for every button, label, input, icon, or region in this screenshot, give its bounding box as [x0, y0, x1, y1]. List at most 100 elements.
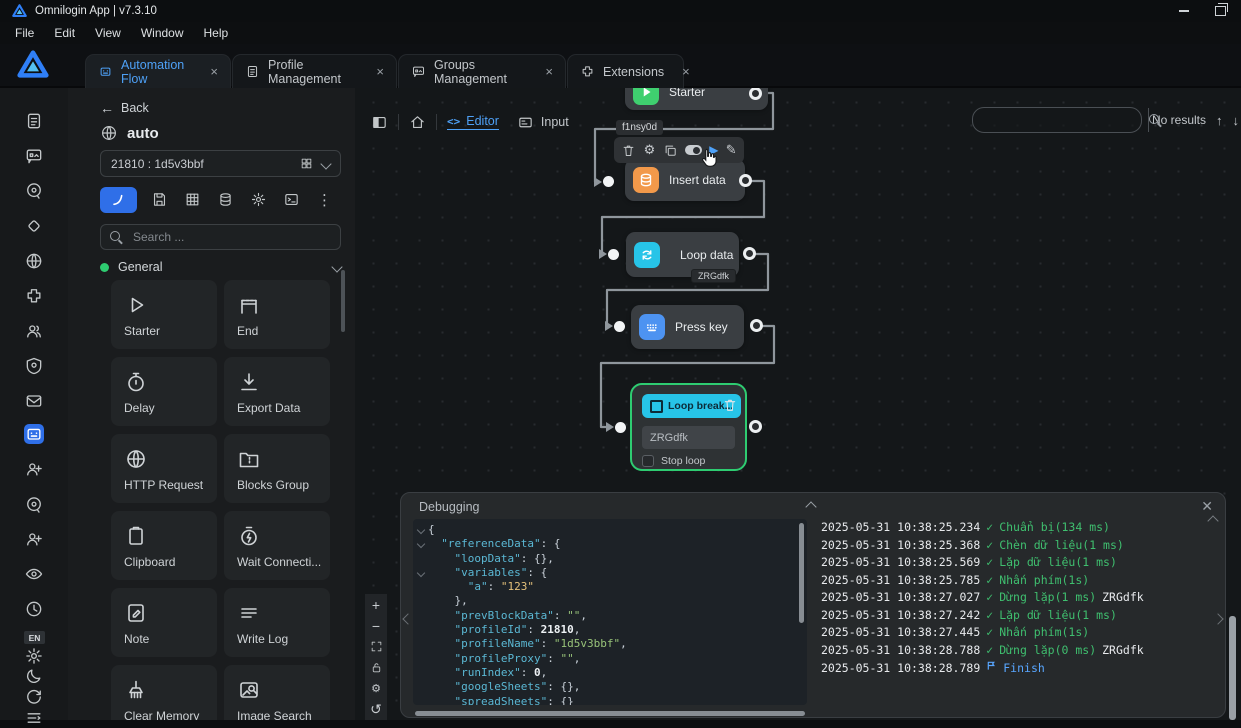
- menu-file[interactable]: File: [6, 24, 43, 42]
- block-note[interactable]: Note: [111, 588, 217, 657]
- resources-icon[interactable]: [209, 191, 242, 208]
- tab-extensions[interactable]: Extensions×: [567, 54, 684, 88]
- menu-window[interactable]: Window: [132, 24, 193, 42]
- save-flow-icon[interactable]: [143, 191, 176, 208]
- node-insert-data[interactable]: Insert data: [625, 159, 745, 201]
- panel-scrollbar[interactable]: [341, 270, 345, 332]
- home-icon[interactable]: [409, 114, 426, 131]
- collapse-panel-icon[interactable]: [805, 501, 816, 512]
- sidebar-theme-icon[interactable]: [24, 666, 44, 686]
- duplicate-node-icon[interactable]: [663, 143, 678, 158]
- auto-layout-icon[interactable]: ⚙: [365, 678, 387, 699]
- sidebar-team-icon[interactable]: [24, 321, 44, 341]
- block-image-search[interactable]: Image Search: [224, 665, 330, 720]
- block-end[interactable]: End: [224, 280, 330, 349]
- sidebar-profile-sync-icon[interactable]: [24, 495, 44, 515]
- port-break-out[interactable]: [749, 420, 762, 433]
- tab-automation-flow[interactable]: Automation Flow×: [85, 54, 231, 88]
- tab-close-icon[interactable]: ×: [376, 65, 384, 78]
- port-press-out[interactable]: [750, 319, 763, 332]
- node-loop-data[interactable]: Loop data ZRGdfk: [626, 232, 739, 277]
- tab-close-icon[interactable]: ×: [545, 65, 553, 78]
- sidebar-invite-icon[interactable]: [24, 459, 44, 479]
- tab-groups-management[interactable]: Groups Management×: [398, 54, 566, 88]
- delete-node-icon[interactable]: [722, 397, 738, 413]
- flow-canvas[interactable]: <> Editor Input No results ↑ ↓: [355, 88, 1241, 720]
- block-wait-connecti[interactable]: Wait Connecti...: [224, 511, 330, 580]
- delete-node-icon[interactable]: [621, 143, 636, 158]
- block-clear-memory[interactable]: Clear Memory: [111, 665, 217, 720]
- debug-log[interactable]: 2025-05-31 10:38:25.234✓Chuẩn bị(134 ms)…: [821, 519, 1217, 711]
- block-blocks-group[interactable]: Blocks Group: [224, 434, 330, 503]
- fit-view-icon[interactable]: [365, 636, 387, 657]
- menu-help[interactable]: Help: [195, 24, 238, 42]
- sidebar-monitoring-icon[interactable]: [24, 564, 44, 584]
- toggle-panel-icon[interactable]: [371, 114, 388, 131]
- zoom-in-icon[interactable]: +: [365, 594, 387, 615]
- sidebar-network-icon[interactable]: [24, 251, 44, 271]
- rename-node-icon[interactable]: ✎: [726, 142, 737, 158]
- port-insert-out[interactable]: [739, 174, 752, 187]
- block-delay[interactable]: Delay: [111, 357, 217, 426]
- port-loop-in[interactable]: [608, 249, 619, 260]
- find-next-icon[interactable]: ↓: [1233, 113, 1240, 128]
- sidebar-sync-icon[interactable]: [24, 181, 44, 201]
- node-press-key[interactable]: Press key: [631, 305, 744, 349]
- sidebar-affiliate-icon[interactable]: [24, 529, 44, 549]
- node-loop-break[interactable]: Loop break... ZRGdfk Stop loop: [630, 383, 747, 471]
- menu-edit[interactable]: Edit: [45, 24, 84, 42]
- port-break-in[interactable]: [615, 422, 626, 433]
- profile-select[interactable]: 21810 : 1d5v3bbf: [100, 150, 341, 177]
- zoom-out-icon[interactable]: −: [365, 615, 387, 636]
- json-horizontal-scrollbar[interactable]: [415, 711, 805, 716]
- back-button[interactable]: ← Back: [100, 100, 149, 116]
- panel-left-handle-icon[interactable]: [402, 613, 413, 624]
- flow-settings-icon[interactable]: [242, 191, 275, 208]
- more-options-icon[interactable]: ⋮: [308, 191, 341, 209]
- sidebar-extensions-icon[interactable]: [24, 286, 44, 306]
- sidebar-mail-icon[interactable]: [24, 391, 44, 411]
- port-press-in[interactable]: [614, 321, 625, 332]
- tab-close-icon[interactable]: ×: [210, 65, 218, 78]
- terminal-icon[interactable]: [275, 191, 308, 208]
- sidebar-tags-icon[interactable]: [24, 216, 44, 236]
- sidebar-groups-icon[interactable]: [24, 146, 44, 166]
- block-write-log[interactable]: Write Log: [224, 588, 330, 657]
- sidebar-profiles-icon[interactable]: [24, 111, 44, 131]
- json-vertical-scrollbar[interactable]: [799, 523, 804, 623]
- language-badge[interactable]: EN: [24, 631, 45, 644]
- tab-profile-management[interactable]: Profile Management×: [232, 54, 397, 88]
- find-search-button[interactable]: [1148, 108, 1162, 132]
- close-icon[interactable]: ✕: [1201, 498, 1213, 515]
- restore-button[interactable]: [1203, 0, 1237, 22]
- fold-icon[interactable]: [413, 537, 428, 551]
- port-insert-in[interactable]: [603, 176, 614, 187]
- sidebar-automation-icon[interactable]: [24, 424, 44, 444]
- stop-loop-checkbox[interactable]: [642, 455, 654, 467]
- find-prev-icon[interactable]: ↑: [1216, 113, 1223, 128]
- canvas-scrollbar[interactable]: [1229, 616, 1236, 720]
- block-starter[interactable]: Starter: [111, 280, 217, 349]
- debug-json-viewer[interactable]: { "referenceData": { "loopData": {}, "va…: [413, 519, 807, 705]
- block-http-request[interactable]: HTTP Request: [111, 434, 217, 503]
- block-clipboard[interactable]: Clipboard: [111, 511, 217, 580]
- fold-icon[interactable]: [413, 566, 428, 580]
- tab-close-icon[interactable]: ×: [682, 65, 690, 78]
- section-general[interactable]: General: [100, 260, 341, 274]
- lock-icon[interactable]: [365, 657, 387, 678]
- sidebar-settings-icon[interactable]: [24, 646, 44, 666]
- search-input[interactable]: [131, 229, 331, 245]
- block-export-data[interactable]: Export Data: [224, 357, 330, 426]
- flow-view-button[interactable]: [100, 187, 137, 213]
- node-starter[interactable]: Starter: [625, 88, 768, 110]
- tab-editor[interactable]: <> Editor: [447, 114, 499, 130]
- loop-id-field[interactable]: ZRGdfk: [642, 426, 735, 449]
- undo-icon[interactable]: ↺: [365, 699, 387, 720]
- tab-input[interactable]: Input: [517, 114, 569, 131]
- sidebar-history-icon[interactable]: [24, 599, 44, 619]
- menu-view[interactable]: View: [86, 24, 130, 42]
- port-loop-out[interactable]: [743, 247, 756, 260]
- table-view-icon[interactable]: [176, 191, 209, 208]
- sidebar-permissions-icon[interactable]: [24, 356, 44, 376]
- sidebar-changelog-icon[interactable]: [24, 708, 44, 728]
